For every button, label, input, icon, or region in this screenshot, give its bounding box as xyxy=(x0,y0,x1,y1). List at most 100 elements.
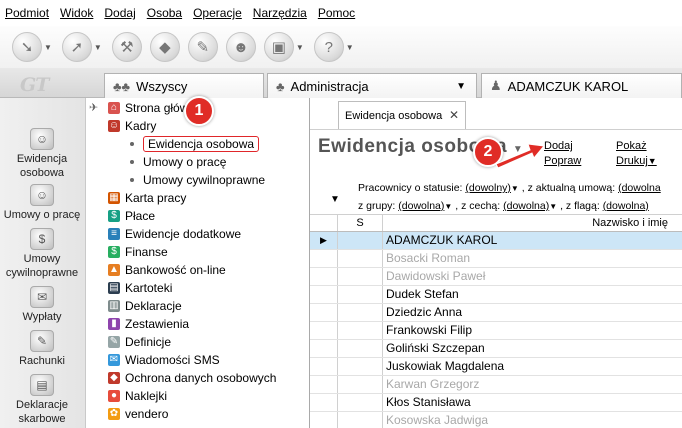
tree-item-kartoteki[interactable]: ▤ Kartoteki xyxy=(108,279,172,297)
home-icon: ⌂ xyxy=(108,102,120,114)
nav-deklaracje-skarbowe[interactable]: ▤ Deklaracje skarbowe xyxy=(0,374,84,426)
contract-icon: ☺ xyxy=(30,184,54,206)
stamp-icon[interactable]: ⚒ xyxy=(111,32,142,62)
row-selector xyxy=(310,268,338,285)
chevron-down-icon[interactable]: ▼ xyxy=(44,43,52,52)
tree-item-deklaracje[interactable]: ▥ Deklaracje xyxy=(108,297,182,315)
tree-item-ochrona-danych[interactable]: ◆ Ochrona danych osobowych xyxy=(108,369,276,387)
vendero-icon: ✿ xyxy=(108,408,120,420)
nav-ewidencja-osobowa[interactable]: ☺ Ewidencja osobowa xyxy=(0,128,84,180)
tree-item-karta-pracy[interactable]: ▦ Karta pracy xyxy=(108,189,186,207)
user-search-icon[interactable]: ☻ xyxy=(225,32,256,62)
table-row[interactable]: Karwan Grzegorz xyxy=(310,376,682,394)
table-row[interactable]: Goliński Szczepan xyxy=(310,340,682,358)
row-pointer-icon: ▶ xyxy=(310,232,338,249)
tab-strip: GT ♣♣ Wszyscy ♣ Administracja ▼ ♟ ADAMCZ… xyxy=(0,68,682,98)
toolbar: ➘ ▼ ➚ ▼ ⚒ ◆ ✎ ☻ ▣ ▼ ? ▼ xyxy=(0,26,682,68)
menu-pomoc[interactable]: Pomoc xyxy=(318,6,355,20)
table-row[interactable]: Frankowski Filip xyxy=(310,322,682,340)
records-icon: ≡ xyxy=(108,228,120,240)
name-cell: Dziedzic Anna xyxy=(386,305,463,319)
tree-item-zestawienia[interactable]: ▮ Zestawienia xyxy=(108,315,189,333)
chevron-down-icon[interactable]: ▼ xyxy=(94,43,102,52)
pen-icon[interactable]: ✎ xyxy=(187,32,218,62)
tree-item-sms[interactable]: ✉ Wiadomości SMS xyxy=(108,351,220,369)
nav-umowy-o-prace[interactable]: ☺ Umowy o pracę xyxy=(0,184,84,222)
feature-filter[interactable]: (dowolna) xyxy=(503,200,549,212)
tree-item-definicje[interactable]: ✎ Definicje xyxy=(108,333,171,351)
tree-item-vendero[interactable]: ✿ vendero xyxy=(108,405,168,423)
chevron-down-icon[interactable]: ▼ xyxy=(456,81,466,92)
print-link[interactable]: Drukuj▼ xyxy=(616,155,657,167)
tree-item-place[interactable]: $ Płace xyxy=(108,207,155,225)
add-link[interactable]: Dodaj xyxy=(544,140,573,152)
menu-narzedzia[interactable]: Narzędzia xyxy=(253,6,307,20)
chevron-down-icon[interactable]: ▼ xyxy=(549,202,557,211)
close-icon[interactable]: ✕ xyxy=(449,108,459,122)
contract-filter[interactable]: (dowolna xyxy=(618,182,661,194)
help-icon[interactable]: ? xyxy=(313,32,344,62)
menu-dodaj[interactable]: Dodaj xyxy=(104,6,135,20)
chevron-down-icon[interactable]: ▼ xyxy=(444,202,452,211)
definition-icon: ✎ xyxy=(108,336,120,348)
nav-rachunki[interactable]: ✎ Rachunki xyxy=(0,330,84,368)
show-link[interactable]: Pokaż xyxy=(616,140,647,152)
back-icon[interactable]: ➘ xyxy=(12,32,42,62)
tree-item-naklejki[interactable]: ● Naklejki xyxy=(108,387,167,405)
payroll-icon: $ xyxy=(108,210,120,222)
status-cell xyxy=(338,250,383,267)
pin-icon[interactable]: ✈ xyxy=(89,101,98,114)
card-icon: ▦ xyxy=(108,192,120,204)
menu-operacje[interactable]: Operacje xyxy=(193,6,242,20)
column-s[interactable]: S xyxy=(338,215,383,231)
tree-item-bankowosc[interactable]: ▲ Bankowość on-line xyxy=(108,261,226,279)
column-name[interactable]: Nazwisko i imię xyxy=(383,215,682,231)
tab-person[interactable]: ♟ ADAMCZUK KAROL xyxy=(481,73,682,98)
table-row[interactable]: Dziedzic Anna xyxy=(310,304,682,322)
menu-widok[interactable]: Widok xyxy=(60,6,93,20)
tab-administracja[interactable]: ♣ Administracja ▼ xyxy=(267,73,477,98)
nav-umowy-cywilnoprawne[interactable]: $ Umowy cywilnoprawne xyxy=(0,228,84,280)
status-cell xyxy=(338,286,383,303)
file-cabinet-icon: ▤ xyxy=(108,282,120,294)
people-icon: ☺ xyxy=(30,128,54,150)
chevron-down-icon[interactable]: ▼ xyxy=(511,184,519,193)
table-row[interactable]: Bosacki Roman xyxy=(310,250,682,268)
tree-item-umowy-o-prace[interactable]: Umowy o pracę xyxy=(126,153,226,171)
menu-podmiot[interactable]: Podmiot xyxy=(5,6,49,20)
eraser-icon[interactable]: ◆ xyxy=(149,32,180,62)
edit-link[interactable]: Popraw xyxy=(544,155,581,167)
tree-item-umowy-cywilnoprawne[interactable]: Umowy cywilnoprawne xyxy=(126,171,265,189)
table-row[interactable]: Kłos Stanisława xyxy=(310,394,682,412)
name-cell: Kłos Stanisława xyxy=(386,395,471,409)
menu-osoba[interactable]: Osoba xyxy=(147,6,182,20)
report-icon: ▮ xyxy=(108,318,120,330)
tree-item-ewidencje-dodatkowe[interactable]: ≡ Ewidencje dodatkowe xyxy=(108,225,241,243)
divider xyxy=(310,129,682,130)
group-icon: ♣♣ xyxy=(113,78,131,94)
flag-filter[interactable]: (dowolna) xyxy=(603,200,649,212)
forward-icon[interactable]: ➚ xyxy=(61,32,92,62)
table-row[interactable]: Dawidowski Paweł xyxy=(310,268,682,286)
table-row[interactable]: ▶ ADAMCZUK KAROL xyxy=(310,232,682,250)
money-icon: ✉ xyxy=(30,286,54,308)
tree-item-ewidencja-osobowa[interactable]: Ewidencja osobowa xyxy=(126,135,260,153)
bullet-icon xyxy=(130,178,134,182)
nav-wyplaty[interactable]: ✉ Wypłaty xyxy=(0,286,84,324)
table-row[interactable]: Dudek Stefan xyxy=(310,286,682,304)
chevron-down-icon[interactable]: ▼ xyxy=(296,43,304,52)
collapse-icon[interactable]: ▼ xyxy=(330,194,340,205)
status-cell xyxy=(338,394,383,411)
table-row[interactable]: Juskowiak Magdalena xyxy=(310,358,682,376)
printer-icon[interactable]: ▣ xyxy=(263,32,294,62)
tree-item-kadry[interactable]: ☺ Kadry xyxy=(108,117,156,135)
chevron-down-icon[interactable]: ▼ xyxy=(346,43,354,52)
name-cell: Frankowski Filip xyxy=(386,323,473,337)
status-filter[interactable]: (dowolny) xyxy=(465,182,511,194)
table-row[interactable]: Kosowska Jadwiga xyxy=(310,412,682,428)
tree-item-finanse[interactable]: $ Finanse xyxy=(108,243,168,261)
doc-tab-ewidencja[interactable]: Ewidencja osobowa ✕ xyxy=(338,101,466,129)
status-cell xyxy=(338,304,383,321)
group-filter[interactable]: (dowolna) xyxy=(398,200,444,212)
tab-wszyscy[interactable]: ♣♣ Wszyscy xyxy=(104,73,264,98)
